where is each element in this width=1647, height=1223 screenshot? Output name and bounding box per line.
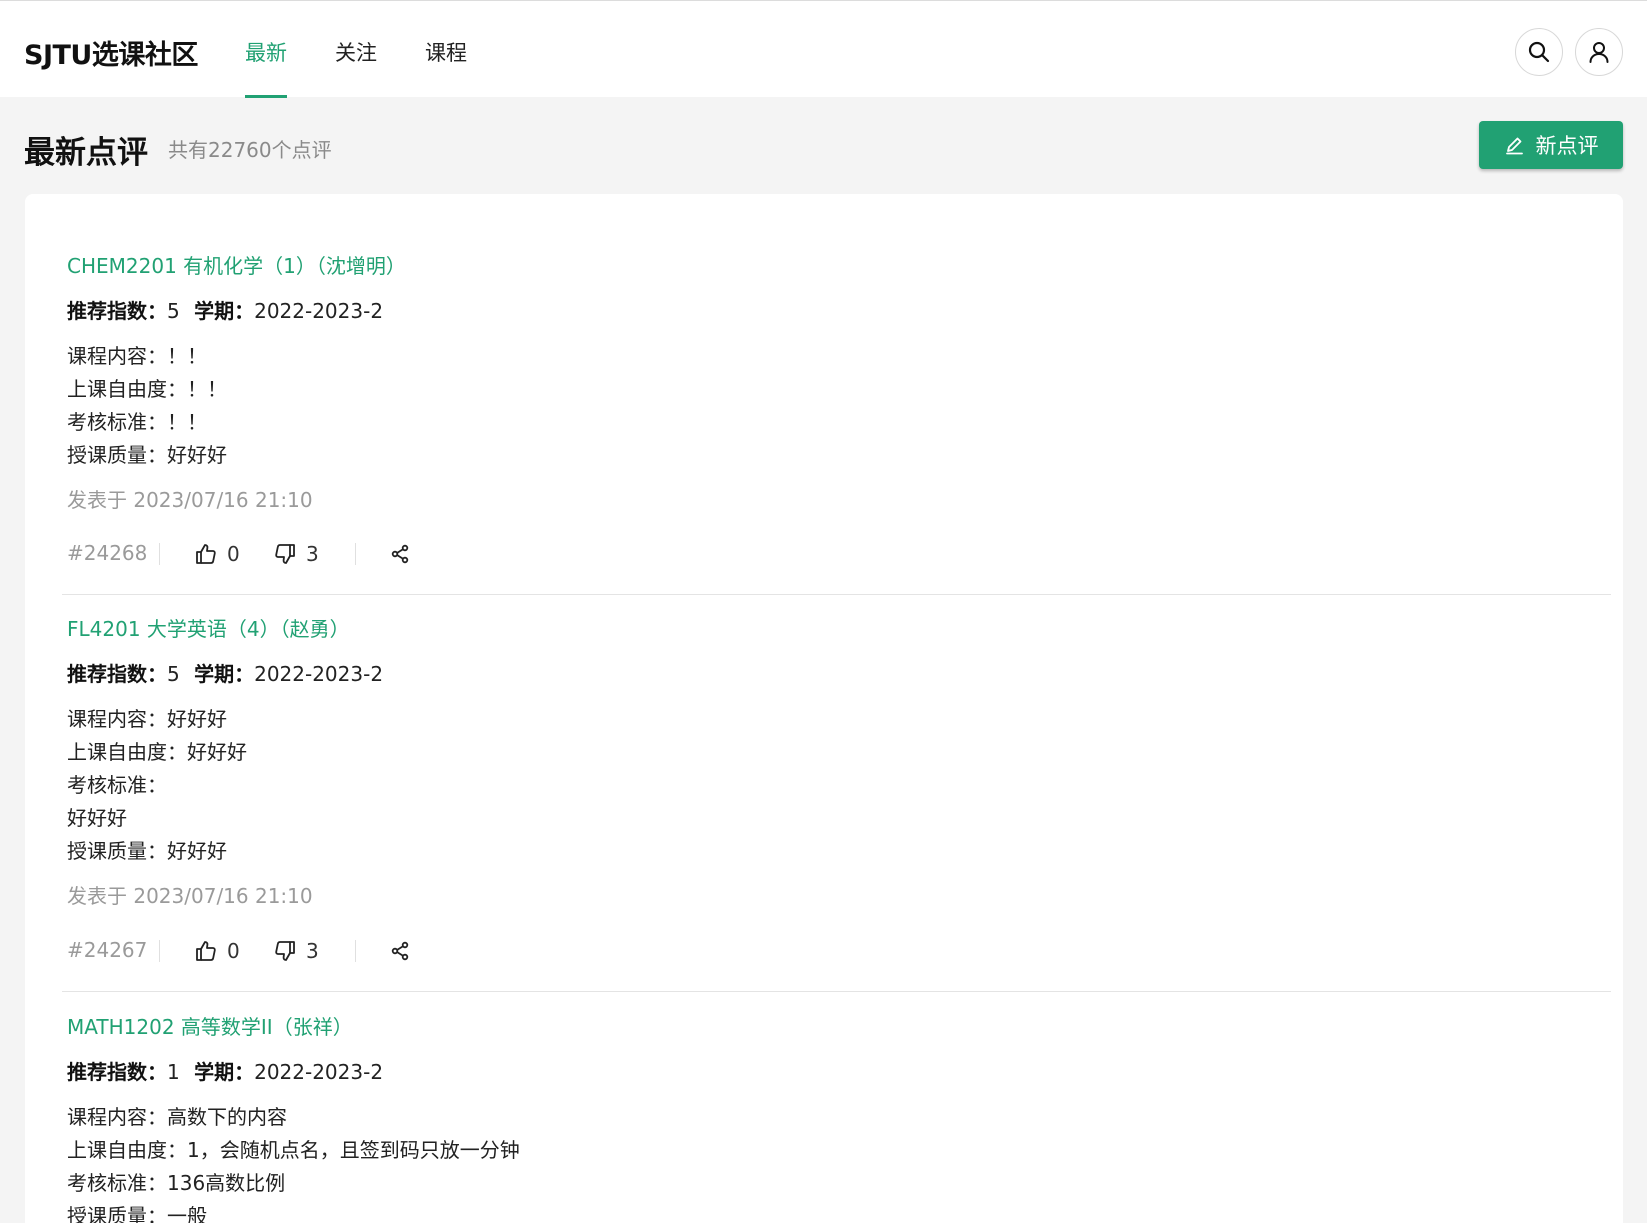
dislike-count: 3	[306, 542, 319, 566]
score-value: 5	[167, 299, 180, 323]
semester-label: 学期：	[194, 1060, 255, 1084]
active-tab-indicator	[245, 95, 287, 98]
user-icon	[1589, 42, 1609, 63]
tab-latest[interactable]: 最新	[245, 37, 287, 67]
divider	[159, 543, 160, 565]
score-label: 推荐指数：	[67, 299, 167, 323]
search-button[interactable]	[1515, 28, 1563, 76]
score-label: 推荐指数：	[67, 1060, 167, 1084]
top-nav-bar: SJTU选课社区 最新 关注 课程	[0, 0, 1647, 98]
like-button[interactable]: 0	[195, 537, 240, 571]
semester-label: 学期：	[194, 662, 255, 686]
share-button[interactable]	[385, 936, 415, 966]
review-content-line: 课程内容：好好好	[67, 707, 227, 731]
thumbs-down-icon	[275, 544, 295, 564]
review-content-line: 上课自由度：好好好	[67, 740, 247, 764]
divider	[159, 940, 160, 962]
review-content-line: 考核标准：136高数比例	[67, 1171, 286, 1195]
dislike-count: 3	[306, 939, 319, 963]
review-content-line: 考核标准：	[67, 773, 167, 797]
review-content-line: 授课质量：好好好	[67, 443, 227, 467]
divider	[355, 940, 356, 962]
thumbs-up-icon	[196, 941, 216, 961]
review-list-card: CHEM2201 有机化学（1）（沈增明） 推荐指数：5 学期：2022-202…	[25, 194, 1623, 1223]
review-content-line: 考核标准：！！	[67, 410, 207, 434]
review-divider	[62, 991, 1611, 992]
divider	[355, 543, 356, 565]
pencil-icon	[1505, 137, 1523, 155]
review-content-line: 授课质量：好好好	[67, 839, 227, 863]
review-content-line: 上课自由度：！！	[67, 377, 227, 401]
semester-value: 2022-2023-2	[254, 662, 384, 686]
score-value: 5	[167, 662, 180, 686]
review-meta: 推荐指数：5 学期：2022-2023-2	[67, 295, 383, 324]
review-timestamp: 发表于 2023/07/16 21:10	[67, 884, 313, 908]
review-content-line: 授课质量：一般	[67, 1204, 207, 1223]
like-count: 0	[227, 939, 240, 963]
course-link[interactable]: MATH1202 高等数学II（张祥）	[67, 1011, 353, 1040]
review-timestamp: 发表于 2023/07/16 21:10	[67, 488, 313, 512]
review-id[interactable]: #24268	[67, 541, 147, 565]
like-count: 0	[227, 542, 240, 566]
dislike-button[interactable]: 3	[274, 537, 319, 571]
score-value: 1	[167, 1060, 180, 1084]
course-link[interactable]: FL4201 大学英语（4）（赵勇）	[67, 613, 350, 642]
review-content-line: 课程内容：！！	[67, 344, 207, 368]
review-meta: 推荐指数：1 学期：2022-2023-2	[67, 1056, 383, 1085]
share-icon	[391, 544, 409, 564]
review-actions: #24267 0 3	[67, 934, 427, 968]
review-content-line: 课程内容：高数下的内容	[67, 1105, 287, 1129]
tab-courses[interactable]: 课程	[425, 37, 467, 67]
review-content-line: 好好好	[67, 806, 127, 830]
like-button[interactable]: 0	[195, 934, 240, 968]
score-label: 推荐指数：	[67, 662, 167, 686]
review-actions: #24268 0 3	[67, 537, 427, 571]
review-count: 共有22760个点评	[168, 138, 332, 162]
share-icon	[391, 941, 409, 961]
course-link[interactable]: CHEM2201 有机化学（1）（沈增明）	[67, 250, 406, 279]
share-button[interactable]	[385, 539, 415, 569]
new-review-button[interactable]: 新点评	[1479, 121, 1623, 169]
tab-following[interactable]: 关注	[335, 37, 377, 67]
site-brand[interactable]: SJTU选课社区	[24, 33, 198, 72]
dislike-button[interactable]: 3	[274, 934, 319, 968]
page-title: 最新点评	[24, 135, 148, 171]
new-review-label: 新点评	[1535, 135, 1599, 158]
review-divider	[62, 594, 1611, 595]
user-button[interactable]	[1575, 28, 1623, 76]
search-icon	[1528, 41, 1550, 63]
review-id[interactable]: #24267	[67, 938, 147, 962]
semester-label: 学期：	[194, 299, 255, 323]
semester-value: 2022-2023-2	[254, 299, 384, 323]
semester-value: 2022-2023-2	[254, 1060, 384, 1084]
review-content-line: 上课自由度：1，会随机点名，且签到码只放一分钟	[67, 1138, 520, 1162]
thumbs-up-icon	[196, 544, 216, 564]
review-meta: 推荐指数：5 学期：2022-2023-2	[67, 658, 383, 687]
thumbs-down-icon	[275, 941, 295, 961]
